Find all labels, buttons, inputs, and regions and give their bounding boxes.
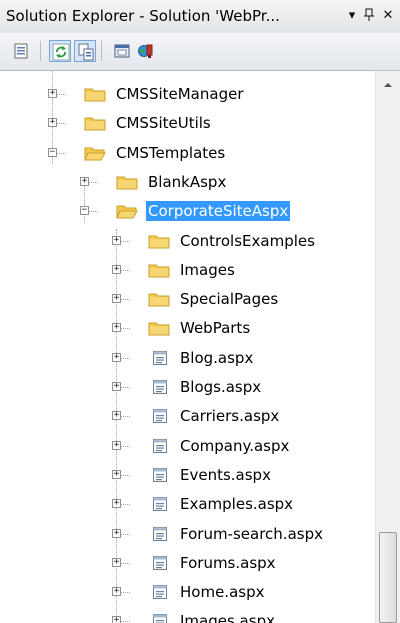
expand-icon[interactable]: + [112,294,121,304]
show-all-files-button[interactable] [74,40,96,62]
tree-item-label[interactable]: Examples.aspx [178,494,295,514]
show-all-files-icon [78,43,94,61]
expand-icon[interactable]: + [112,469,121,479]
tree-item-label[interactable]: Blogs.aspx [178,377,263,397]
tree-item-label[interactable]: Blog.aspx [178,348,255,368]
scroll-thumb[interactable] [379,532,397,623]
vertical-scrollbar[interactable] [375,71,400,623]
tree-item-label[interactable]: CMSSiteManager [114,84,246,104]
folder-icon [84,115,106,135]
collapse-icon[interactable]: − [80,206,89,216]
solution-explorer-toolbar [0,33,400,71]
tree-item-label[interactable]: Company.aspx [178,436,291,456]
tree-item[interactable]: + Carriers.aspx [0,403,375,429]
folder-open-icon [84,145,106,165]
folder-icon [84,86,106,106]
refresh-icon [52,43,70,61]
expand-icon[interactable]: + [112,557,121,567]
aspx-file-icon [152,467,168,487]
expand-icon[interactable]: + [112,528,121,538]
expand-icon[interactable]: + [48,118,57,128]
collapse-icon[interactable]: − [48,147,57,157]
view-designer-icon [114,44,130,58]
toolbar-separator [40,41,41,61]
folder-icon [116,174,138,194]
tree-item[interactable]: + Events.aspx [0,462,375,488]
properties-icon [14,43,28,59]
tree-item[interactable]: − CMSTemplates [0,140,375,166]
expand-icon[interactable]: + [112,440,121,450]
close-icon[interactable]: ✕ [380,8,396,23]
expand-icon[interactable]: + [112,352,121,362]
tree-item-label[interactable]: Carriers.aspx [178,406,281,426]
tree-item-label[interactable]: Images [178,260,237,280]
pin-icon[interactable] [361,8,377,26]
folder-icon [148,233,170,253]
panel-title-bar: Solution Explorer - Solution 'WebPr... ▾… [0,0,400,33]
aspx-file-icon [152,496,168,516]
tree-item[interactable]: + SpecialPages [0,286,375,312]
expand-icon[interactable]: + [112,499,121,509]
aspx-file-icon [152,613,168,623]
expand-icon[interactable]: + [112,587,121,597]
aspx-file-icon [152,584,168,604]
tree-item-label[interactable]: Home.aspx [178,582,266,602]
folder-icon [148,320,170,340]
aspx-file-icon [152,408,168,428]
tree-item-label[interactable]: BlankAspx [146,172,228,192]
tree-item[interactable]: + BlankAspx [0,169,375,195]
tree-item-label[interactable]: Images.aspx [178,611,277,623]
folder-icon [148,291,170,311]
tree-item[interactable]: + Examples.aspx [0,491,375,517]
tree-item[interactable]: + Forums.aspx [0,550,375,576]
tree-item-label[interactable]: CMSTemplates [114,143,227,163]
expand-icon[interactable]: + [112,382,121,391]
tree-item-label[interactable]: Events.aspx [178,465,273,485]
tree-item[interactable]: + Images.aspx [0,608,375,623]
tree-item[interactable]: + Home.aspx [0,579,375,605]
properties-button[interactable] [11,40,33,62]
aspx-file-icon [152,555,168,575]
tree-item[interactable]: + Images [0,257,375,283]
tree-item[interactable]: + Company.aspx [0,433,375,459]
scroll-up-arrow-icon[interactable] [384,83,392,87]
expand-icon[interactable]: + [112,264,121,274]
panel-title: Solution Explorer - Solution 'WebPr... [6,7,280,25]
tree-item[interactable]: + CMSSiteUtils [0,110,375,136]
folder-open-icon [116,203,138,223]
solution-tree: + CMSSiteManager + CMSSiteUtils − CMSTemplate… [0,71,375,623]
toolbar-separator [101,41,102,61]
tree-item[interactable]: + CMSSiteManager [0,81,375,107]
tree-item[interactable]: + Forum-search.aspx [0,521,375,547]
aspx-file-icon [152,350,168,370]
folder-icon [148,262,170,282]
tree-item[interactable]: + Blogs.aspx [0,374,375,400]
expand-icon[interactable]: + [112,323,121,333]
dropdown-arrow-icon[interactable]: ▾ [344,8,360,23]
copy-website-icon [138,44,153,58]
tree-item-label[interactable]: Forums.aspx [178,553,278,573]
expand-icon[interactable]: + [112,411,121,421]
expand-icon[interactable]: + [112,235,121,245]
expand-icon[interactable]: + [48,89,57,98]
tree-item-label[interactable]: CMSSiteUtils [114,113,213,133]
expand-icon[interactable]: + [112,616,121,623]
view-designer-button[interactable] [111,40,133,62]
refresh-button[interactable] [49,40,71,62]
tree-item-label[interactable]: WebParts [178,318,252,338]
tree-item-label[interactable]: SpecialPages [178,289,280,309]
tree-item[interactable]: + ControlsExamples [0,228,375,254]
aspx-file-icon [152,526,168,546]
tree-item[interactable]: − CorporateSiteAspx [0,198,375,224]
tree-item[interactable]: + Blog.aspx [0,345,375,371]
tree-item-label[interactable]: Forum-search.aspx [178,524,325,544]
tree-item-label[interactable]: CorporateSiteAspx [146,201,291,222]
expand-icon[interactable]: + [80,176,89,186]
tree-item[interactable]: + WebParts [0,315,375,341]
copy-website-button[interactable] [135,40,157,62]
tree-item-label[interactable]: ControlsExamples [178,231,317,251]
aspx-file-icon [152,438,168,458]
aspx-file-icon [152,379,168,399]
